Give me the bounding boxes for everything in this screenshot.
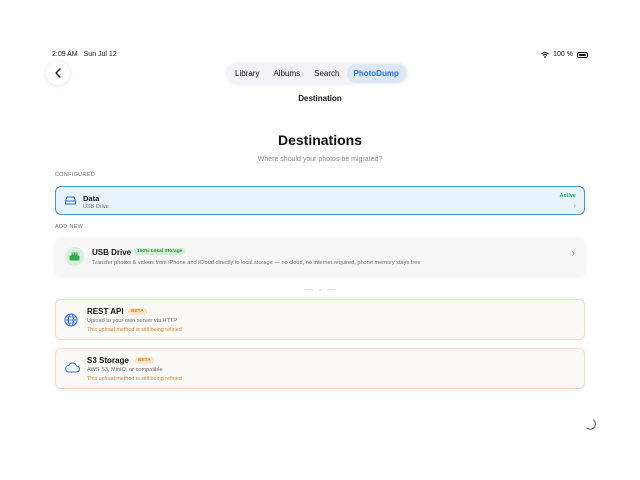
- s3-storage-warning: This upload method is still being refine…: [87, 376, 182, 382]
- page-subtitle: Where should your photos be migrated?: [257, 156, 383, 163]
- tab-albums[interactable]: Albums: [266, 64, 307, 83]
- chevron-right-icon: ›: [573, 201, 576, 210]
- cloud-icon: [65, 362, 80, 373]
- local-storage-badge: 100% Local Storage: [134, 248, 186, 255]
- status-date: Sun Jul 12: [83, 51, 117, 58]
- rest-api-warning: This upload method is still being refine…: [87, 327, 182, 333]
- status-time-date: 2:09 AM Sun Jul 12: [52, 51, 121, 58]
- battery-percentage: 100 %: [553, 51, 573, 58]
- s3-storage-option[interactable]: S3 Storage BETA AWS S3, MinIO, or compat…: [55, 348, 585, 389]
- destination-name: Data: [83, 194, 100, 203]
- globe-icon: [64, 313, 78, 327]
- wifi-icon: [541, 51, 549, 58]
- tab-library[interactable]: Library: [228, 64, 266, 83]
- rest-api-option[interactable]: REST API BETA Upload to your own server …: [55, 299, 585, 340]
- battery-icon: [577, 51, 588, 58]
- rest-api-description: Upload to your own server via HTTP: [87, 318, 178, 324]
- tab-bar: Library Albums Search PhotoDump: [226, 62, 408, 84]
- chevron-right-icon: ›: [571, 248, 575, 259]
- back-button[interactable]: [46, 61, 70, 85]
- s3-storage-description: AWS S3, MinIO, or compatible: [87, 367, 163, 373]
- status-indicators: 100 %: [541, 51, 588, 58]
- usb-drive-title: USB Drive: [92, 248, 132, 257]
- s3-storage-title: S3 Storage: [87, 356, 129, 365]
- usb-drive-option[interactable]: USB Drive 100% Local Storage Transfer ph…: [55, 238, 585, 275]
- nav-title: Destination: [298, 94, 342, 103]
- loading-spinner-icon: [586, 419, 596, 430]
- page-title: Destinations: [277, 132, 362, 148]
- usb-drive-description: Transfer photos & videos from iPhone and…: [92, 260, 421, 266]
- beta-badge: BETA: [135, 357, 154, 364]
- usb-drive-icon: [65, 247, 84, 266]
- chevron-left-icon: [55, 68, 61, 78]
- drive-icon: [65, 196, 76, 205]
- tab-search[interactable]: Search: [307, 64, 346, 83]
- divider: or: [305, 287, 335, 292]
- status-time: 2:09 AM: [52, 51, 78, 58]
- section-label-add-new: ADD NEW: [55, 224, 84, 230]
- tab-photodump[interactable]: PhotoDump: [346, 63, 406, 83]
- beta-badge: BETA: [128, 308, 147, 315]
- status-bar: 2:09 AM Sun Jul 12 100 %: [52, 50, 588, 62]
- configured-destination-card[interactable]: Data USB Drive Active ›: [55, 186, 585, 215]
- section-label-configured: CONFIGURED: [55, 172, 95, 178]
- divider-label: or: [318, 287, 322, 292]
- destination-type: USB Drive: [83, 204, 109, 210]
- status-badge: Active: [559, 193, 576, 199]
- rest-api-title: REST API: [87, 307, 124, 316]
